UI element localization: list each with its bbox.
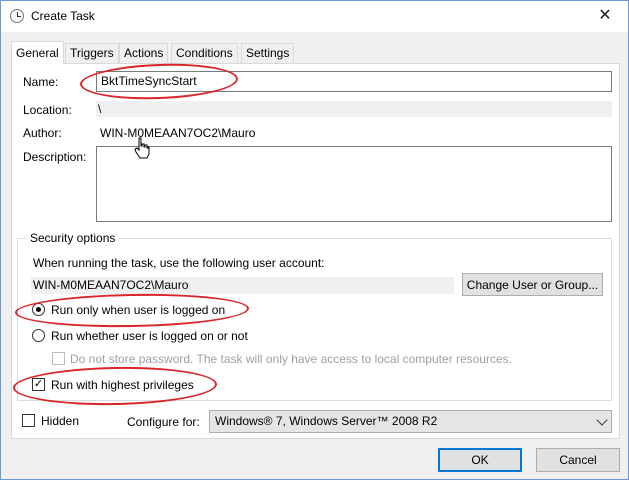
configure-for-value: Windows® 7, Windows Server™ 2008 R2 xyxy=(215,414,438,428)
radio-run-whether-label[interactable]: Run whether user is logged on or not xyxy=(51,329,248,343)
account-prompt: When running the task, use the following… xyxy=(33,256,325,270)
window-title: Create Task xyxy=(31,9,95,23)
do-not-store-password-checkbox[interactable] xyxy=(52,352,65,365)
tab-conditions[interactable]: Conditions xyxy=(171,43,238,63)
author-label: Author: xyxy=(23,126,62,140)
tab-actions[interactable]: Actions xyxy=(119,43,169,63)
hand-pointer-icon xyxy=(134,137,150,159)
hidden-label[interactable]: Hidden xyxy=(41,414,79,428)
name-label: Name: xyxy=(23,75,59,89)
radio-run-whether[interactable] xyxy=(32,329,45,342)
change-user-button[interactable]: Change User or Group... xyxy=(462,273,603,296)
task-scheduler-clock-icon xyxy=(10,9,24,23)
tab-general[interactable]: General xyxy=(11,41,64,64)
close-icon[interactable]: ✕ xyxy=(582,1,628,32)
tab-settings[interactable]: Settings xyxy=(241,43,295,63)
description-label: Description: xyxy=(23,150,87,164)
hidden-checkbox[interactable] xyxy=(22,414,35,427)
author-value: WIN-M0MEAAN7OC2\Mauro xyxy=(100,126,256,140)
configure-for-label: Configure for: xyxy=(127,415,200,429)
tab-triggers[interactable]: Triggers xyxy=(65,43,119,63)
create-task-dialog: Create Task ✕ General Triggers Actions C… xyxy=(0,0,629,480)
do-not-store-password-label: Do not store password. The task will onl… xyxy=(70,352,512,366)
location-value: \ xyxy=(96,101,612,117)
title-bar[interactable]: Create Task ✕ xyxy=(1,1,628,32)
description-field[interactable] xyxy=(96,146,612,222)
security-options-title: Security options xyxy=(27,231,119,245)
user-account-value: WIN-M0MEAAN7OC2\Mauro xyxy=(31,277,454,294)
chevron-down-icon xyxy=(596,414,608,426)
cancel-button[interactable]: Cancel xyxy=(536,448,620,472)
ok-button[interactable]: OK xyxy=(438,448,522,472)
location-label: Location: xyxy=(23,103,72,117)
configure-for-select[interactable]: Windows® 7, Windows Server™ 2008 R2 xyxy=(209,410,612,433)
